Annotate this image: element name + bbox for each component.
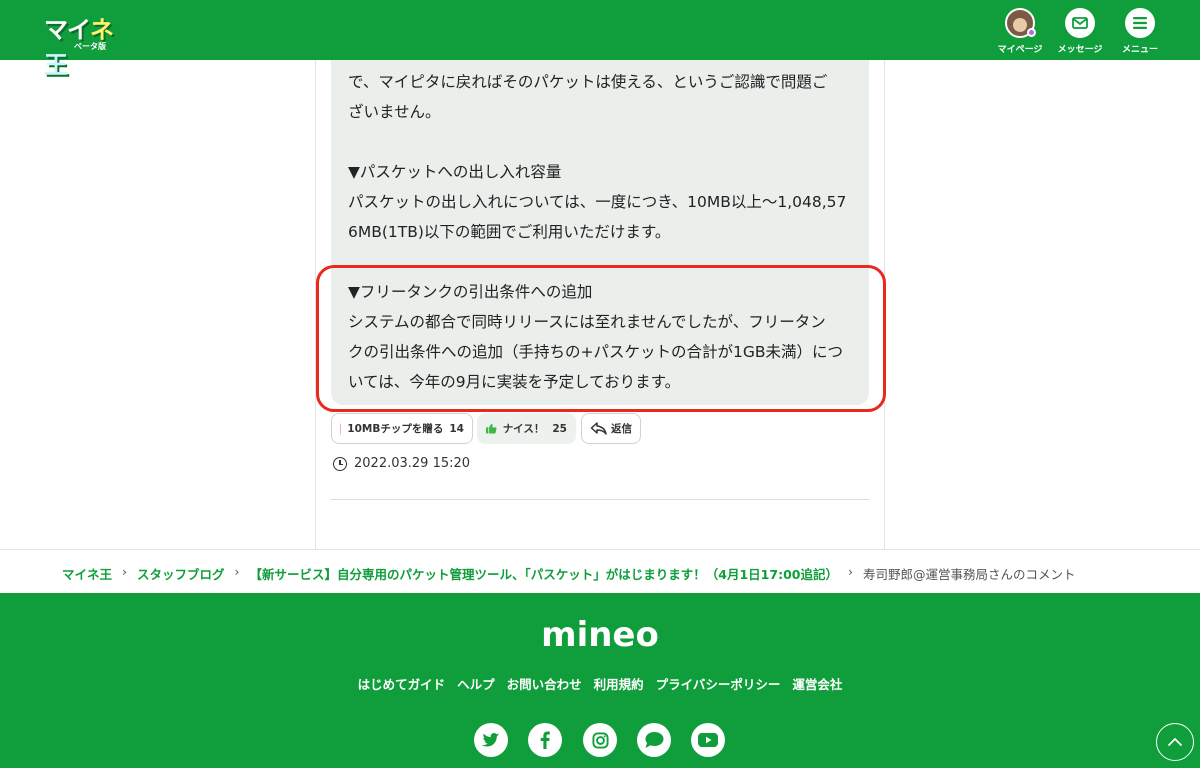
nav-menu-label: メニュー (1121, 45, 1158, 55)
breadcrumb-link-staffblog[interactable]: スタッフブログ (137, 564, 225, 583)
back-to-top-button[interactable] (1156, 723, 1194, 761)
comment-line: パスケットの出し入れについては、一度につき、10MB以上〜1,048,57 (348, 193, 847, 211)
site-footer: mineo はじめてガイド ヘルプ お問い合わせ 利用規約 プライバシーポリシー… (0, 593, 1200, 768)
footer-link-help[interactable]: ヘルプ (457, 674, 495, 693)
nav-menu[interactable]: メニュー (1112, 6, 1168, 56)
footer-link-guide[interactable]: はじめてガイド (358, 674, 446, 693)
tip-button[interactable]: 10MBチップを贈る 14 (331, 413, 473, 444)
instagram-icon[interactable] (583, 723, 617, 757)
breadcrumb-bar: マイネ王 › スタッフブログ › 【新サービス】自分専用のパケット管理ツール、「… (0, 549, 1200, 593)
comment-date-text: 2022.03.29 15:20 (354, 456, 471, 471)
divider (331, 499, 869, 500)
reply-icon (590, 422, 607, 435)
footer-logo[interactable]: mineo (0, 615, 1200, 655)
reply-label: 返信 (611, 423, 632, 435)
comment-date: 2022.03.29 15:20 (333, 456, 470, 471)
comment-line: 6MB(1TB)以下の範囲でご利用いただけます。 (348, 223, 671, 241)
breadcrumb-separator: › (122, 564, 128, 579)
breadcrumb-link-home[interactable]: マイネ王 (62, 564, 112, 583)
tip-label: 10MBチップを贈る (347, 423, 444, 435)
chat-icon[interactable] (637, 723, 671, 757)
status-dot (1027, 28, 1036, 37)
nice-count: 25 (552, 422, 567, 435)
nav-mypage-label: マイページ (997, 45, 1043, 55)
footer-link-company[interactable]: 運営会社 (792, 674, 842, 693)
comment-heading: ▼パスケットへの出し入れ容量 (348, 163, 562, 181)
breadcrumb-separator: › (847, 564, 853, 579)
tip-count: 14 (449, 422, 464, 435)
highlight-annotation (316, 265, 886, 412)
facebook-icon[interactable] (528, 723, 562, 757)
breadcrumb-link-article[interactable]: 【新サービス】自分専用のパケット管理ツール、「パスケット」がはじまります！（4月… (250, 564, 838, 583)
nav-mypage[interactable]: マイページ (992, 6, 1048, 56)
logo-beta-label: ベータ版 (74, 42, 106, 51)
site-logo[interactable]: マイネ王 ベータ版 (44, 10, 134, 79)
nice-button[interactable]: ナイス！ 25 (477, 413, 576, 444)
chevron-up-icon (1167, 737, 1183, 747)
comment-line: で、マイピタに戻ればそのパケットは使える、というご認識で問題ご (348, 73, 828, 91)
thumbs-up-icon (486, 423, 497, 434)
comment-line: ざいません。 (348, 103, 441, 121)
footer-link-contact[interactable]: お問い合わせ (507, 674, 582, 693)
youtube-icon[interactable] (691, 723, 725, 757)
breadcrumb: マイネ王 › スタッフブログ › 【新サービス】自分専用のパケット管理ツール、「… (62, 564, 1075, 583)
footer-link-terms[interactable]: 利用規約 (594, 674, 644, 693)
nav-message[interactable]: メッセージ (1052, 6, 1108, 56)
breadcrumb-separator: › (234, 564, 240, 579)
footer-link-privacy[interactable]: プライバシーポリシー (656, 674, 781, 693)
chip-icon (340, 422, 342, 435)
nice-label: ナイス！ (502, 423, 545, 435)
menu-icon (1125, 8, 1155, 38)
footer-links: はじめてガイド ヘルプ お問い合わせ 利用規約 プライバシーポリシー 運営会社 (0, 674, 1200, 693)
reply-button[interactable]: 返信 (581, 413, 641, 444)
clock-icon (333, 456, 347, 471)
twitter-icon[interactable] (474, 723, 508, 757)
site-header: マイネ王 ベータ版 マイページ メッセージ メニュー (0, 0, 1200, 79)
breadcrumb-current: 寿司野郎@運営事務局さんのコメント (862, 567, 1076, 582)
nav-message-label: メッセージ (1057, 45, 1103, 55)
mail-icon (1065, 8, 1095, 38)
